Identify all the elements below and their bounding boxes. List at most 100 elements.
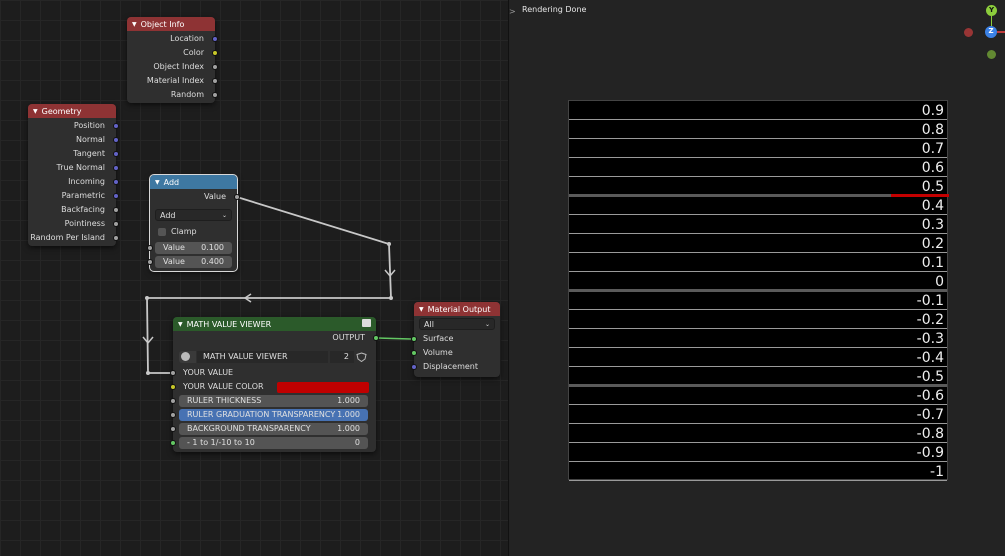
user-count: 2 xyxy=(343,352,349,361)
collapse-chevron-icon[interactable]: ▼ xyxy=(419,306,424,313)
socket-random[interactable] xyxy=(212,92,218,98)
ruler-tick xyxy=(569,176,947,177)
output-random-per-island: Random Per Island xyxy=(30,233,105,242)
node-add[interactable]: ▼ Add Value Add ⌄ Clamp Value 0.100 Valu… xyxy=(147,174,240,272)
ruler-tick-label: 0 xyxy=(935,274,944,290)
gizmo-neg-x-icon[interactable] xyxy=(964,28,973,37)
ruler-tick-label: 0.6 xyxy=(921,160,944,176)
color-swatch[interactable] xyxy=(277,382,369,393)
user-count-field[interactable]: 2 xyxy=(330,351,354,363)
collapse-chevron-icon[interactable]: ▼ xyxy=(132,21,137,28)
gizmo-z-axis-icon[interactable]: Z xyxy=(985,26,997,38)
render-viewport[interactable]: > Rendering Done 0.9 0.8 0.7 0.6 0.5 0.4 0.3 0.… xyxy=(508,0,1005,556)
output-true-normal: True Normal xyxy=(56,163,105,172)
node-geometry[interactable]: ▼ Geometry Position Normal Tangent True … xyxy=(28,104,119,246)
ruler-tick xyxy=(569,366,947,367)
ruler-tick-label: 0.9 xyxy=(921,103,944,119)
socket-color[interactable] xyxy=(212,50,218,56)
input-displacement: Displacement xyxy=(423,362,478,371)
ruler-tick-label: 0.8 xyxy=(921,122,944,138)
gizmo-neg-y-icon[interactable] xyxy=(987,50,996,59)
ruler-thickness-field[interactable]: RULER THICKNESS 1.000 xyxy=(179,395,368,407)
value-1-field[interactable]: Value 0.100 xyxy=(155,242,232,254)
ruler-tick xyxy=(569,309,947,310)
socket-your-value[interactable] xyxy=(170,370,176,376)
socket-location[interactable] xyxy=(212,36,218,42)
ruler-tick xyxy=(569,442,947,443)
socket-output[interactable] xyxy=(373,335,379,341)
ruler-tick-label: -0.3 xyxy=(916,331,944,347)
gizmo-y-axis-icon[interactable]: Y xyxy=(986,5,997,16)
node-title: Add xyxy=(163,177,180,187)
socket-position[interactable] xyxy=(113,123,119,129)
shader-node-editor[interactable]: ▼ Object Info Location Color Object Inde… xyxy=(0,0,508,556)
ruler-tick-label: 0.4 xyxy=(921,198,944,214)
input-volume: Volume xyxy=(423,348,453,357)
socket-ruler-thickness[interactable] xyxy=(170,398,176,404)
node-math-value-viewer[interactable]: ▼ MATH VALUE VIEWER OUTPUT MATH VALUE VI… xyxy=(170,317,379,452)
socket-random-per-island[interactable] xyxy=(113,235,119,241)
your-value-color-label: YOUR VALUE COLOR xyxy=(183,382,264,391)
socket-tangent[interactable] xyxy=(113,151,119,157)
value-2-field[interactable]: Value 0.400 xyxy=(155,256,232,268)
socket-your-value-color[interactable] xyxy=(170,384,176,390)
collapse-chevron-icon[interactable]: ▼ xyxy=(33,108,38,115)
socket-material-index[interactable] xyxy=(212,78,218,84)
socket-backfacing[interactable] xyxy=(113,207,119,213)
field-value: 0 xyxy=(354,438,360,447)
ruler-tick xyxy=(569,384,947,387)
collapse-chevron-icon[interactable]: ▼ xyxy=(155,179,160,186)
socket-surface[interactable] xyxy=(411,336,417,342)
socket-value-in-2[interactable] xyxy=(147,259,153,265)
ruler-tick-label: -0.2 xyxy=(916,312,944,328)
output-material-index: Material Index xyxy=(146,76,204,85)
gizmo-x-line xyxy=(997,31,1005,33)
socket-incoming[interactable] xyxy=(113,179,119,185)
socket-object-index[interactable] xyxy=(212,64,218,70)
range-mode-field[interactable]: - 1 to 1/-10 to 10 0 xyxy=(179,437,368,449)
node-tree-icon[interactable] xyxy=(179,351,196,363)
node-header[interactable]: ▼ Geometry xyxy=(28,104,116,118)
socket-ruler-graduation-transparency[interactable] xyxy=(170,412,176,418)
field-label: - 1 to 1/-10 to 10 xyxy=(187,438,255,447)
field-label: Value xyxy=(163,243,185,252)
socket-displacement[interactable] xyxy=(411,364,417,370)
background-transparency-field[interactable]: BACKGROUND TRANSPARENCY 1.000 xyxy=(179,423,368,435)
ruler-tick xyxy=(569,233,947,234)
node-group-icon[interactable] xyxy=(362,319,371,327)
ruler-tick xyxy=(569,214,947,215)
field-value: 1.000 xyxy=(337,396,360,405)
node-links xyxy=(142,196,412,375)
node-material-output[interactable]: ▼ Material Output All ⌄ Surface Volume D… xyxy=(411,302,500,377)
collapse-chevron-icon[interactable]: ▼ xyxy=(178,321,183,328)
socket-background-transparency[interactable] xyxy=(170,426,176,432)
ruler-tick-label: -0.9 xyxy=(916,445,944,461)
node-header[interactable]: ▼ Material Output xyxy=(414,302,500,316)
ruler-tick-label: -0.6 xyxy=(916,388,944,404)
group-name-field[interactable]: MATH VALUE VIEWER xyxy=(197,351,328,363)
render-status: Rendering Done xyxy=(522,5,587,14)
node-header[interactable]: ▼ Object Info xyxy=(127,17,215,31)
socket-range-mode[interactable] xyxy=(170,440,176,446)
ruler-tick xyxy=(569,480,947,481)
socket-normal[interactable] xyxy=(113,137,119,143)
node-header[interactable]: ▼ Add xyxy=(150,175,237,189)
ruler-tick xyxy=(569,328,947,329)
target-dropdown[interactable]: All ⌄ xyxy=(419,318,495,330)
ruler-graduation-transparency-field[interactable]: RULER GRADUATION TRANSPARENCY 1.000 xyxy=(179,409,368,421)
socket-pointiness[interactable] xyxy=(113,221,119,227)
operation-dropdown[interactable]: Add ⌄ xyxy=(155,209,232,221)
output-location: Location xyxy=(170,34,204,43)
field-value: 0.100 xyxy=(201,243,224,252)
operation-value: Add xyxy=(160,211,176,220)
socket-true-normal[interactable] xyxy=(113,165,119,171)
socket-parametric[interactable] xyxy=(113,193,119,199)
socket-volume[interactable] xyxy=(411,350,417,356)
panel-toggle-icon[interactable]: > xyxy=(509,7,516,16)
socket-value-out[interactable] xyxy=(234,194,240,200)
clamp-checkbox[interactable] xyxy=(158,228,166,236)
node-header[interactable]: ▼ MATH VALUE VIEWER xyxy=(173,317,376,331)
node-object-info[interactable]: ▼ Object Info Location Color Object Inde… xyxy=(127,17,218,103)
socket-value-in-1[interactable] xyxy=(147,245,153,251)
fake-user-shield-icon[interactable] xyxy=(356,352,367,363)
